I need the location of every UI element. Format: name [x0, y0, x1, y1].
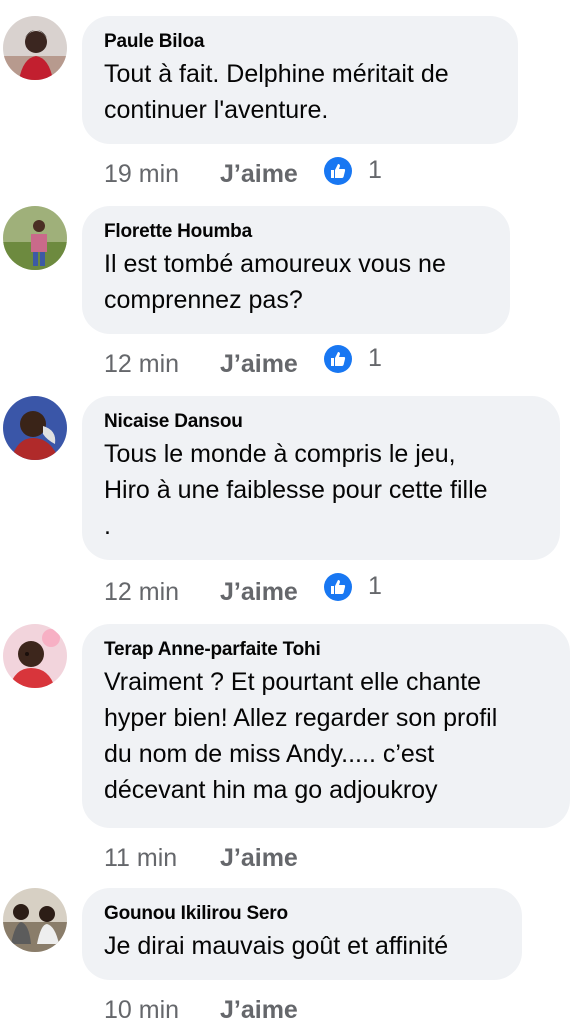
thumbs-up-icon	[324, 344, 352, 373]
like-button[interactable]: J’aime	[220, 160, 298, 189]
thumbs-up-icon	[324, 572, 352, 601]
comment-bubble: Nicaise Dansou Tous le monde à compris l…	[82, 396, 560, 560]
reaction-count: 1	[368, 344, 382, 372]
comment-meta: 12 min J’aime	[104, 572, 298, 612]
avatar[interactable]	[3, 888, 67, 952]
comment-author[interactable]: Terap Anne-parfaite Tohi	[104, 638, 550, 662]
avatar[interactable]	[3, 206, 67, 270]
comment-text: Je dirai mauvais goût et affinité	[104, 932, 449, 960]
comment-text: Il est tombé amoureux vous ne comprennez…	[104, 250, 446, 314]
comment-time[interactable]: 12 min	[104, 578, 220, 607]
comment-text: Vraiment ? Et pourtant elle chante hyper…	[104, 668, 498, 804]
like-button[interactable]: J’aime	[220, 996, 298, 1025]
comment-time[interactable]: 10 min	[104, 996, 220, 1025]
comment-time[interactable]: 12 min	[104, 350, 220, 379]
avatar[interactable]	[3, 396, 67, 460]
avatar[interactable]	[3, 16, 67, 80]
reaction-summary[interactable]: 1	[324, 156, 382, 185]
comment-author[interactable]: Gounou Ikilirou Sero	[104, 902, 502, 926]
comment-meta: 10 min J’aime	[104, 990, 298, 1030]
like-button[interactable]: J’aime	[220, 844, 298, 873]
comment-author[interactable]: Paule Biloa	[104, 30, 498, 54]
like-button[interactable]: J’aime	[220, 578, 298, 607]
reaction-summary[interactable]: 1	[324, 344, 382, 373]
comment-meta: 12 min J’aime	[104, 344, 298, 384]
thumbs-up-icon	[324, 156, 352, 185]
reaction-summary[interactable]: 1	[324, 572, 382, 601]
comment-meta: 11 min J’aime	[104, 838, 298, 878]
like-button[interactable]: J’aime	[220, 350, 298, 379]
reaction-count: 1	[368, 572, 382, 600]
comment-bubble: Gounou Ikilirou Sero Je dirai mauvais go…	[82, 888, 522, 980]
comment-meta: 19 min J’aime	[104, 154, 298, 194]
comment-text: Tout à fait. Delphine méritait de contin…	[104, 60, 449, 124]
avatar[interactable]	[3, 624, 67, 688]
comment-time[interactable]: 19 min	[104, 160, 220, 189]
reaction-count: 1	[368, 156, 382, 184]
comment-text: Tous le monde à compris le jeu, Hiro à u…	[104, 440, 488, 540]
comment-author[interactable]: Nicaise Dansou	[104, 410, 540, 434]
comment-time[interactable]: 11 min	[104, 844, 220, 873]
comment-bubble: Paule Biloa Tout à fait. Delphine mérita…	[82, 16, 518, 144]
comment-bubble: Florette Houmba Il est tombé amoureux vo…	[82, 206, 510, 334]
comment-bubble: Terap Anne-parfaite Tohi Vraiment ? Et p…	[82, 624, 570, 828]
comment-author[interactable]: Florette Houmba	[104, 220, 490, 244]
